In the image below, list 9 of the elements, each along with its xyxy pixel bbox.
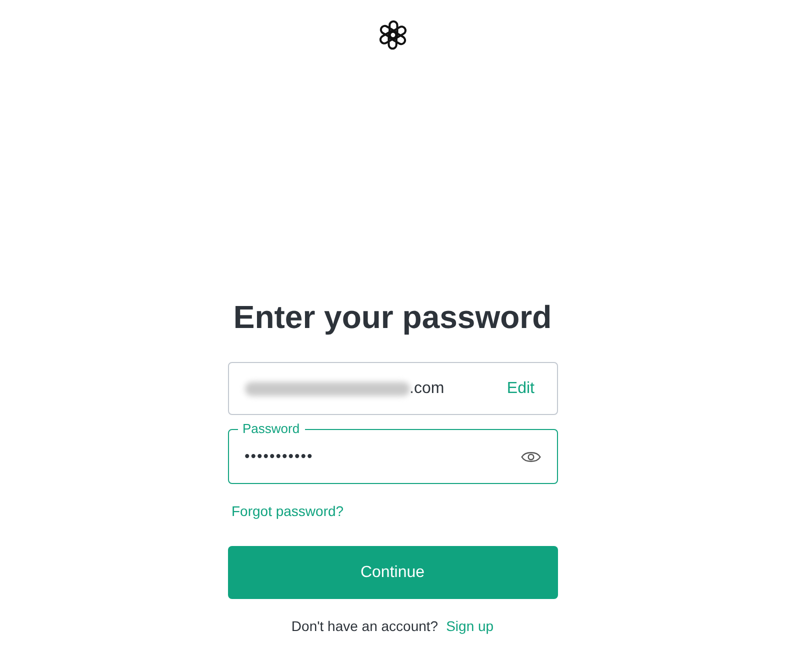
page-title: Enter your password [233,298,552,337]
forgot-password-link[interactable]: Forgot password? [232,503,344,519]
password-value: ••••••••••• [244,448,314,465]
sign-up-link[interactable]: Sign up [446,618,494,634]
email-text: .com [410,380,444,398]
eye-icon[interactable] [520,450,540,464]
edit-link[interactable]: Edit [506,380,540,398]
continue-button[interactable]: Continue [228,546,558,599]
footer-text: Don't have an account? [291,618,438,634]
